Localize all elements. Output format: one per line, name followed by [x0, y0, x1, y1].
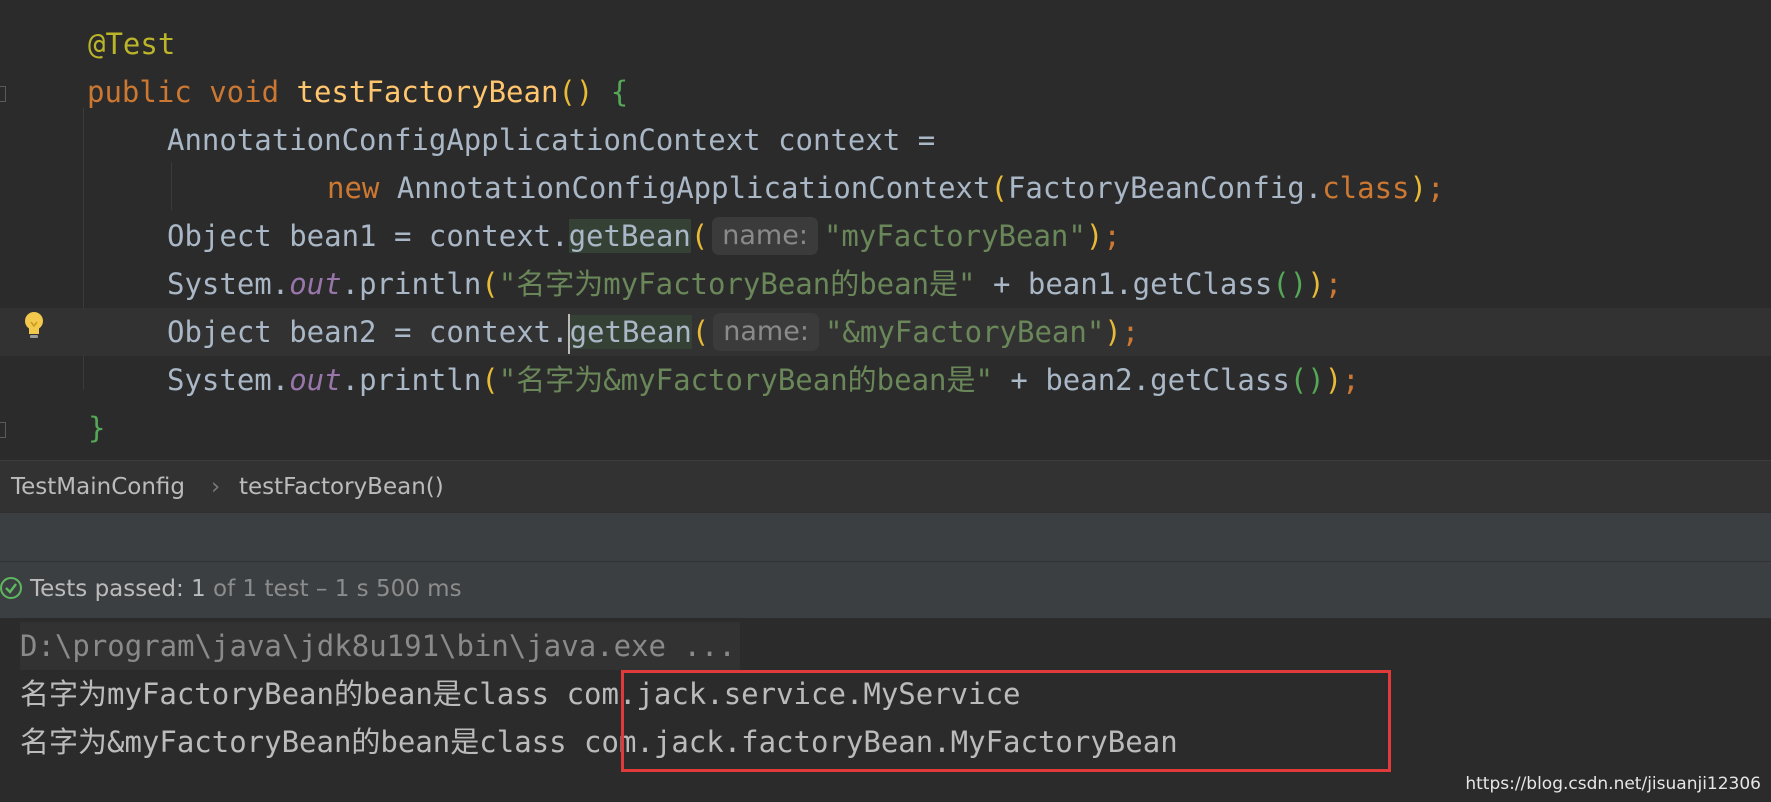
paren-token: ( — [481, 363, 499, 397]
keyword-token: class — [1322, 171, 1410, 205]
method-call-token: getBean — [569, 315, 692, 349]
static-field-token: out — [289, 363, 342, 397]
breadcrumb-item-method[interactable]: testFactoryBean() — [239, 461, 444, 513]
paren-token: ( — [690, 219, 709, 253]
breadcrumb-separator: › — [211, 474, 221, 500]
annotation-token: @Test — [88, 27, 176, 61]
semicolon-token: ; — [1427, 171, 1445, 205]
status-count: 1 — [191, 576, 206, 602]
code-line-9: } — [0, 404, 1771, 452]
console-command-line[interactable]: D:\program\java\jdk8u191\bin\java.exe ..… — [20, 622, 740, 670]
paren-token: () — [1289, 363, 1325, 397]
string-token: "myFactoryBean" — [823, 219, 1086, 253]
code-line-4: new AnnotationConfigApplicationContext(F… — [0, 164, 1771, 212]
status-duration: – 1 s 500 ms — [308, 576, 462, 602]
code-text: .println — [341, 267, 482, 301]
code-text: AnnotationConfigApplicationContext conte… — [167, 123, 936, 157]
paren-token: ) — [1085, 219, 1104, 253]
code-text: + bean1.getClass — [975, 267, 1273, 301]
test-status-bar: Tests passed: 1 of 1 test – 1 s 500 ms — [0, 561, 1771, 619]
code-text: Object bean2 = context. — [167, 315, 569, 349]
brace-token: } — [88, 411, 106, 445]
status-total: of 1 test — [205, 576, 309, 602]
paren-token: ) — [1307, 267, 1325, 301]
code-line-2: public void testFactoryBean() { — [0, 68, 1771, 116]
test-status-text: Tests passed: 1 of 1 test – 1 s 500 ms — [30, 562, 462, 616]
semicolon-token: ; — [1103, 219, 1121, 253]
semicolon-token: ; — [1342, 363, 1360, 397]
code-text: .println — [341, 363, 482, 397]
code-line-3: AnnotationConfigApplicationContext conte… — [0, 116, 1771, 164]
static-field-token: out — [289, 267, 342, 301]
paren-token: () — [1272, 267, 1308, 301]
watermark-text: https://blog.csdn.net/jisuanji12306 — [1465, 774, 1761, 794]
keyword-token: public void — [87, 75, 297, 109]
paren-token: ) — [1104, 315, 1122, 349]
code-text: + bean2.getClass — [992, 363, 1290, 397]
method-call-token: getBean — [568, 219, 691, 253]
string-token: "&myFactoryBean" — [824, 315, 1105, 349]
code-text: System. — [167, 363, 290, 397]
brace-token: { — [593, 75, 629, 109]
code-text: AnnotationConfigApplicationContext — [396, 171, 991, 205]
code-text: FactoryBeanConfig. — [1007, 171, 1323, 205]
method-name-token: testFactoryBean — [296, 75, 559, 109]
code-line-8: System.out.println("名字为&myFactoryBean的be… — [0, 356, 1771, 404]
code-line-7-current: Object bean2 = context.getBean(name: "&my… — [0, 308, 1771, 356]
semicolon-token: ; — [1324, 267, 1343, 301]
highlight-box — [621, 670, 1391, 772]
code-editor[interactable]: @Test public void testFactoryBean() { An… — [0, 0, 1771, 460]
paren-token: ) — [1409, 171, 1427, 205]
code-text: System. — [167, 267, 290, 301]
keyword-token: new — [327, 171, 397, 205]
breadcrumb: TestMainConfig › testFactoryBean() — [0, 460, 1771, 513]
paren-token: ( — [990, 171, 1008, 205]
breadcrumb-item-class[interactable]: TestMainConfig — [11, 461, 185, 513]
paren-token: () — [558, 75, 594, 109]
paren-token: ) — [1324, 363, 1343, 397]
parameter-hint: name: — [713, 313, 819, 351]
string-token: "名字为&myFactoryBean的bean是" — [498, 363, 993, 397]
status-prefix: Tests passed: — [30, 576, 192, 602]
code-text: Object bean1 = context. — [167, 219, 569, 253]
code-line-6: System.out.println("名字为myFactoryBean的bea… — [0, 260, 1771, 308]
run-toolbar — [0, 512, 1771, 561]
string-token: "名字为myFactoryBean的bean是" — [498, 267, 976, 301]
semicolon-token: ; — [1121, 315, 1140, 349]
code-line-1: @Test — [0, 20, 1771, 68]
parameter-hint: name: — [712, 217, 818, 255]
paren-token: ( — [691, 315, 710, 349]
paren-token: ( — [481, 267, 499, 301]
lightbulb-icon[interactable] — [22, 310, 46, 340]
code-line-5: Object bean1 = context.getBean(name: "myF… — [0, 212, 1771, 260]
check-circle-icon — [0, 577, 22, 599]
